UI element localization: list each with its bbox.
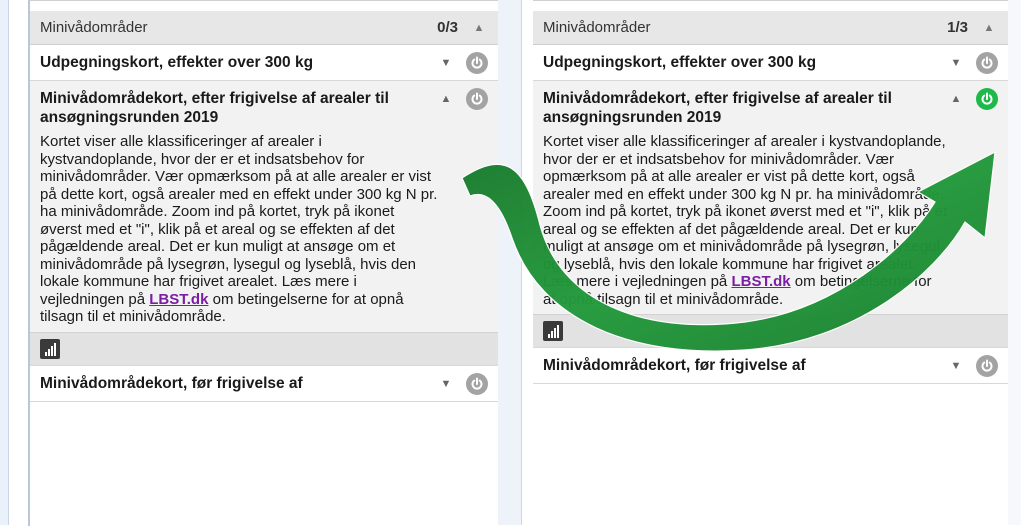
- layer-item-expanded: Minivådområdekort, efter frigivelse af a…: [30, 81, 498, 366]
- power-icon[interactable]: [466, 52, 488, 74]
- group-header[interactable]: Minivådområder 1/3 ▲: [533, 11, 1008, 45]
- legend-bars-icon[interactable]: [40, 338, 60, 359]
- chevron-down-icon[interactable]: ▼: [948, 57, 964, 69]
- chevron-up-icon[interactable]: ▲: [948, 93, 964, 105]
- chevron-down-icon[interactable]: ▼: [438, 57, 454, 69]
- chevron-down-icon[interactable]: ▼: [948, 360, 964, 372]
- chevron-up-icon[interactable]: ▲: [472, 22, 486, 34]
- legend-bar: [30, 331, 498, 365]
- lbst-link[interactable]: LBST.dk: [731, 273, 790, 290]
- chevron-down-icon[interactable]: ▼: [438, 378, 454, 390]
- window-edge-left: [0, 0, 9, 525]
- panel-divider: [496, 0, 522, 525]
- power-icon[interactable]: [466, 372, 488, 395]
- group-count: 1/3: [947, 19, 968, 36]
- layer-title: Udpegningskort, effekter over 300 kg: [543, 54, 817, 71]
- layer-title: Udpegningskort, effekter over 300 kg: [40, 54, 314, 71]
- window-edge-right: [1008, 0, 1021, 525]
- layer-item: Udpegningskort, effekter over 300 kg ▼: [533, 45, 1008, 81]
- chevron-up-icon[interactable]: ▲: [982, 22, 996, 34]
- layer-panel-before: Minivådområder 0/3 ▲ Udpegningskort, eff…: [28, 0, 498, 526]
- layer-item: Minivådområdekort, før frigivelse af ▼: [533, 348, 1008, 384]
- legend-bar: [533, 314, 1008, 347]
- layer-description: Kortet viser alle klassificeringer af ar…: [40, 133, 438, 325]
- power-icon[interactable]: [976, 52, 998, 74]
- layer-item: Minivådområdekort, før frigivelse af ▼: [30, 366, 498, 402]
- layer-title: Minivådområdekort, efter frigivelse af a…: [543, 90, 892, 126]
- power-icon[interactable]: [976, 88, 998, 110]
- power-icon[interactable]: [976, 355, 998, 377]
- legend-bars-icon[interactable]: [543, 321, 563, 341]
- group-count: 0/3: [437, 19, 458, 36]
- layer-item-expanded: Minivådområdekort, efter frigivelse af a…: [533, 81, 1008, 348]
- lbst-link[interactable]: LBST.dk: [149, 291, 208, 308]
- power-icon[interactable]: [466, 88, 488, 110]
- group-title: Minivådområder: [543, 19, 651, 36]
- group-header[interactable]: Minivådområder 0/3 ▲: [30, 11, 498, 45]
- group-title: Minivådområder: [40, 19, 148, 36]
- layer-item: Udpegningskort, effekter over 300 kg ▼: [30, 45, 498, 81]
- layer-title: Minivådområdekort, efter frigivelse af a…: [40, 90, 389, 126]
- layer-title: Minivådområdekort, før frigivelse af: [543, 357, 806, 374]
- layer-title: Minivådområdekort, før frigivelse af: [40, 374, 303, 392]
- layer-description: Kortet viser alle klassificeringer af ar…: [543, 133, 948, 308]
- chevron-up-icon[interactable]: ▲: [438, 93, 454, 105]
- layer-panel-after: Minivådområder 1/3 ▲ Udpegningskort, eff…: [533, 0, 1008, 526]
